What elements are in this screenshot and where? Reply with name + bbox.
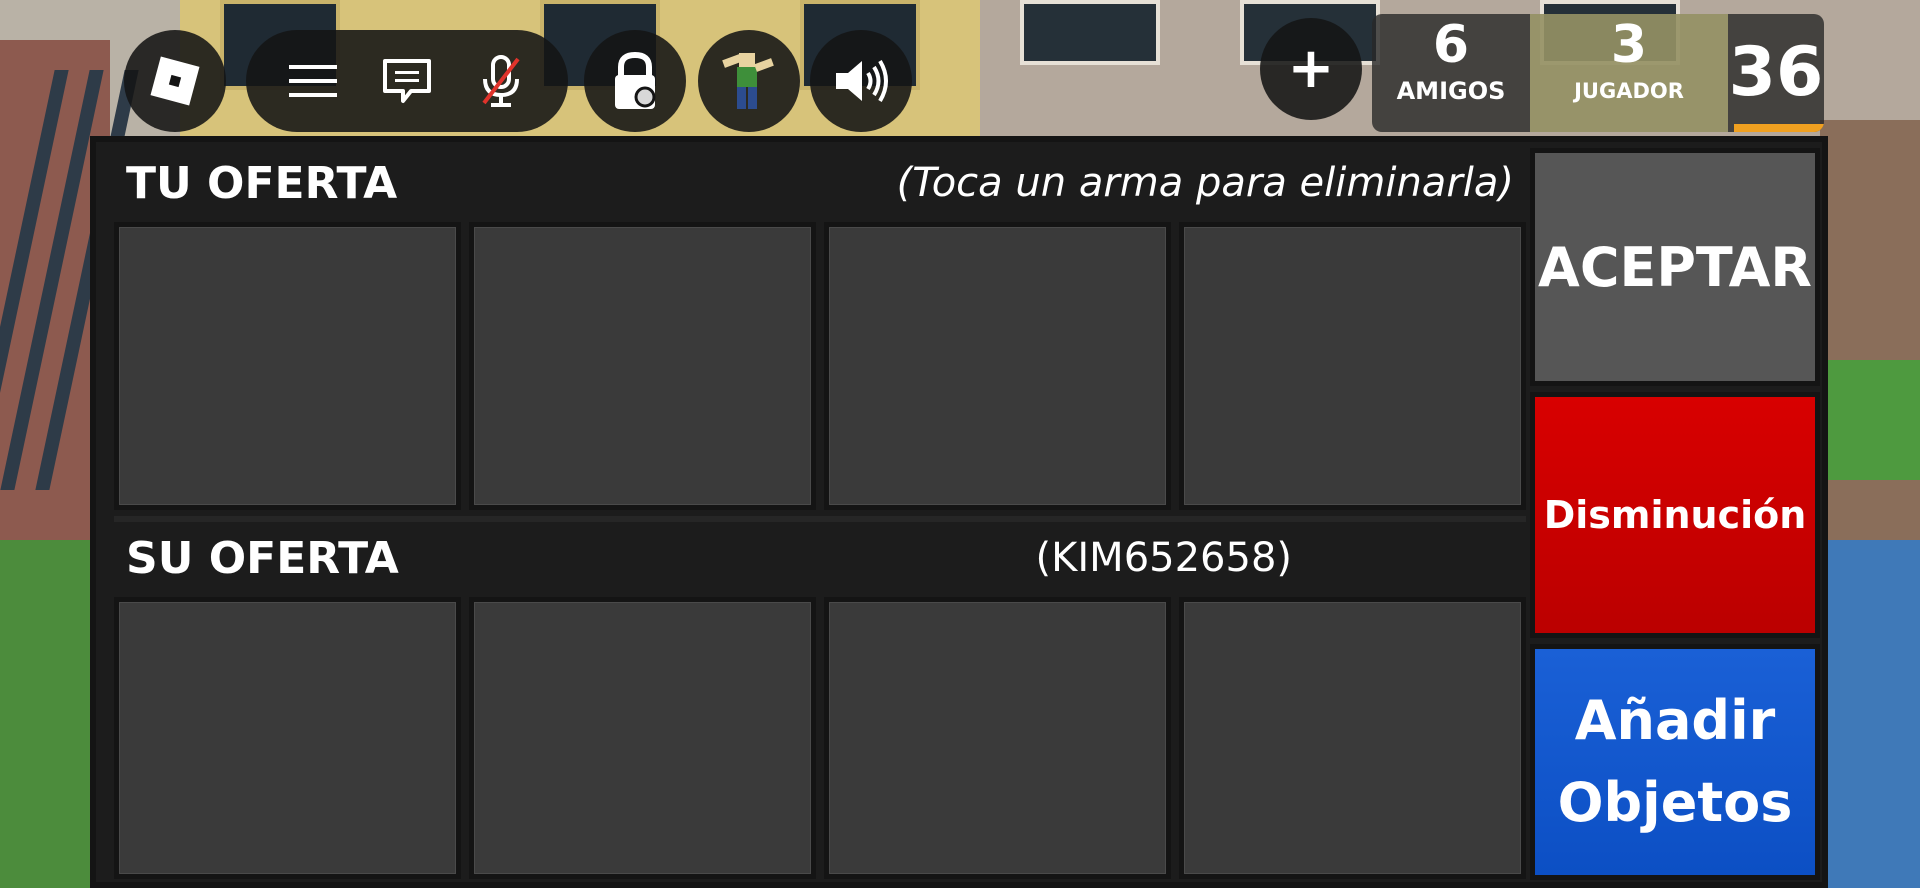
friends-count: 6: [1432, 15, 1470, 75]
volume-button[interactable]: [810, 30, 912, 132]
chat-icon: [383, 59, 431, 103]
chat-controls-group: [246, 30, 568, 132]
menu-button[interactable]: [278, 46, 348, 116]
add-friend-button[interactable]: +: [1260, 18, 1362, 120]
accept-button[interactable]: ACEPTAR: [1530, 148, 1820, 386]
your-offer-slot[interactable]: [469, 222, 816, 510]
their-offer-slot: [824, 597, 1171, 879]
emote-lock-button[interactable]: [584, 30, 686, 132]
their-offer-slot: [1179, 597, 1526, 879]
lock-icon: [615, 51, 656, 109]
your-offer-header: TU OFERTA (Toca un arma para eliminarla): [114, 150, 1526, 216]
menu-icon: [289, 65, 337, 97]
their-offer-slot: [114, 597, 461, 879]
player-stats-bar: 6 AMIGOS 3 JUGADOR 36: [1372, 14, 1824, 132]
remove-weapon-hint: (Toca un arma para eliminarla): [896, 160, 1514, 206]
section-divider: [114, 516, 1526, 522]
roblox-logo-icon: [150, 56, 200, 106]
trade-partner-name: (KIM652658): [1035, 535, 1292, 581]
your-offer-slot[interactable]: [114, 222, 461, 510]
score-progress-bar: [1734, 124, 1824, 132]
friends-stat[interactable]: 6 AMIGOS: [1372, 14, 1530, 106]
avatar-icon: [722, 53, 774, 109]
players-stat[interactable]: 3 JUGADOR: [1530, 14, 1728, 106]
mic-muted-icon: [482, 55, 520, 107]
trade-panel: TU OFERTA (Toca un arma para eliminarla)…: [90, 136, 1828, 888]
their-offer-title: SU OFERTA: [126, 532, 399, 584]
score-value: 36: [1728, 33, 1824, 112]
players-label: JUGADOR: [1574, 79, 1684, 103]
their-offer-header: SU OFERTA (KIM652658): [114, 525, 1526, 591]
your-offer-slots: [114, 222, 1526, 510]
volume-icon: [836, 59, 888, 103]
chat-button[interactable]: [372, 46, 442, 116]
microphone-toggle[interactable]: [466, 46, 536, 116]
your-offer-slot[interactable]: [1179, 222, 1526, 510]
decline-button[interactable]: Disminución: [1530, 392, 1820, 638]
add-items-button[interactable]: Añadir Objetos: [1530, 644, 1820, 880]
friends-label: AMIGOS: [1396, 77, 1506, 105]
their-offer-slots: [114, 597, 1526, 879]
roblox-menu-button[interactable]: [124, 30, 226, 132]
avatar-emote-button[interactable]: [698, 30, 800, 132]
your-offer-slot[interactable]: [824, 222, 1171, 510]
your-offer-title: TU OFERTA: [126, 157, 398, 209]
score-stat: 36: [1728, 14, 1824, 132]
their-offer-slot: [469, 597, 816, 879]
players-count: 3: [1610, 15, 1648, 75]
plus-icon: +: [1287, 36, 1335, 101]
